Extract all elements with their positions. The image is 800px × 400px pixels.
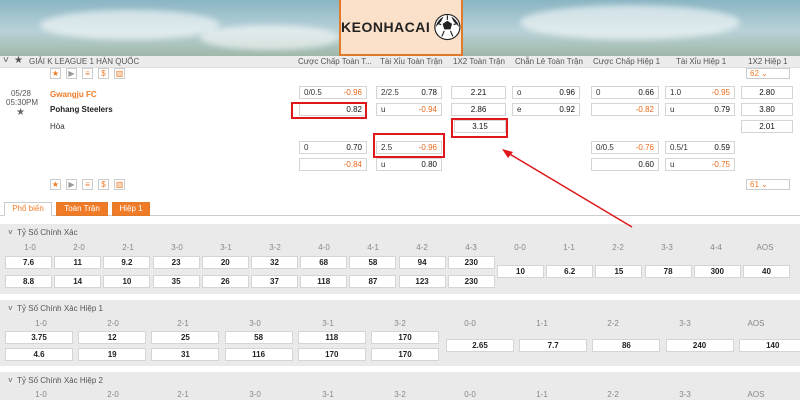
score-cell[interactable]: 94 <box>398 256 446 269</box>
column-header: 3-1 <box>322 390 334 399</box>
score-cell[interactable]: 10 <box>497 265 544 278</box>
score-cell[interactable]: 118 <box>300 275 348 288</box>
score-cell[interactable]: 87 <box>349 275 397 288</box>
score-cell[interactable]: 68 <box>300 256 348 269</box>
column-header: AOS <box>747 319 765 328</box>
score-cell[interactable]: 31 <box>151 348 220 361</box>
column-header: 3-2 <box>394 319 406 328</box>
score-cell[interactable]: 170 <box>371 331 439 344</box>
column-header: AOS <box>747 390 765 399</box>
score-cell[interactable]: 3.75 <box>5 331 73 344</box>
brand-logo: KEONHACAI <box>339 0 463 56</box>
score-cell[interactable]: 23 <box>152 256 200 269</box>
score-cell[interactable]: 116 <box>224 348 293 361</box>
column-header: 3-2 <box>394 390 406 399</box>
score-cell[interactable]: 7.7 <box>519 339 588 352</box>
column-header: 2-0 <box>107 390 119 399</box>
score-cell[interactable]: 32 <box>251 256 298 269</box>
score-cell[interactable]: 78 <box>644 265 692 278</box>
column-header: 3-3 <box>679 319 691 328</box>
column-header: 1-1 <box>536 390 548 399</box>
score-cell[interactable]: 9.2 <box>103 256 151 269</box>
column-header: 2-1 <box>177 319 189 328</box>
score-cell[interactable]: 240 <box>665 339 734 352</box>
column-header: 2-2 <box>607 319 619 328</box>
score-cell[interactable]: 300 <box>693 265 741 278</box>
odds-panel: ˅ ★ GIẢI K LEAGUE 1 HÀN QUỐC Cược Chấp T… <box>0 55 800 400</box>
column-header: 1-0 <box>35 390 47 399</box>
score-cell[interactable]: 26 <box>201 275 249 288</box>
soccer-ball-icon <box>434 13 461 41</box>
score-cell[interactable]: 118 <box>297 331 366 344</box>
score-cell[interactable]: 170 <box>297 348 366 361</box>
column-header: 3-0 <box>249 390 261 399</box>
column-header: 0-0 <box>464 319 476 328</box>
score-cell[interactable]: 140 <box>738 339 800 352</box>
score-cell[interactable]: 20 <box>201 256 249 269</box>
column-header: 1-0 <box>35 319 47 328</box>
logo-text: KEONHACAI <box>341 19 431 35</box>
score-cell[interactable]: 10 <box>103 275 151 288</box>
score-cell[interactable]: 19 <box>78 348 147 361</box>
score-cell[interactable]: 37 <box>251 275 298 288</box>
score-cell[interactable]: 170 <box>371 348 439 361</box>
column-header: 0-0 <box>464 390 476 399</box>
score-cell[interactable]: 230 <box>447 256 495 269</box>
score-cell[interactable]: 25 <box>151 331 220 344</box>
column-header: 2-0 <box>107 319 119 328</box>
score-cell[interactable]: 15 <box>595 265 643 278</box>
score-cell[interactable]: 11 <box>54 256 102 269</box>
score-cell[interactable]: 7.6 <box>5 256 52 269</box>
score-cell[interactable]: 2.65 <box>446 339 514 352</box>
score-cell[interactable]: 4.6 <box>5 348 73 361</box>
score-cell[interactable]: 230 <box>447 275 495 288</box>
column-header: 2-2 <box>607 390 619 399</box>
score-cell[interactable]: 123 <box>398 275 446 288</box>
score-cell[interactable]: 58 <box>224 331 293 344</box>
score-cell[interactable]: 35 <box>152 275 200 288</box>
score-cell[interactable]: 86 <box>592 339 661 352</box>
column-header: 3-1 <box>322 319 334 328</box>
column-header: 2-1 <box>177 390 189 399</box>
score-cell[interactable]: 58 <box>349 256 397 269</box>
score-cell[interactable]: 14 <box>54 275 102 288</box>
column-header: 1-1 <box>536 319 548 328</box>
score-cell[interactable]: 40 <box>743 265 790 278</box>
score-cell[interactable]: 8.8 <box>5 275 52 288</box>
column-header: 3-0 <box>249 319 261 328</box>
score-cell[interactable]: 6.2 <box>546 265 594 278</box>
score-cell[interactable]: 12 <box>78 331 147 344</box>
column-header: 3-3 <box>679 390 691 399</box>
